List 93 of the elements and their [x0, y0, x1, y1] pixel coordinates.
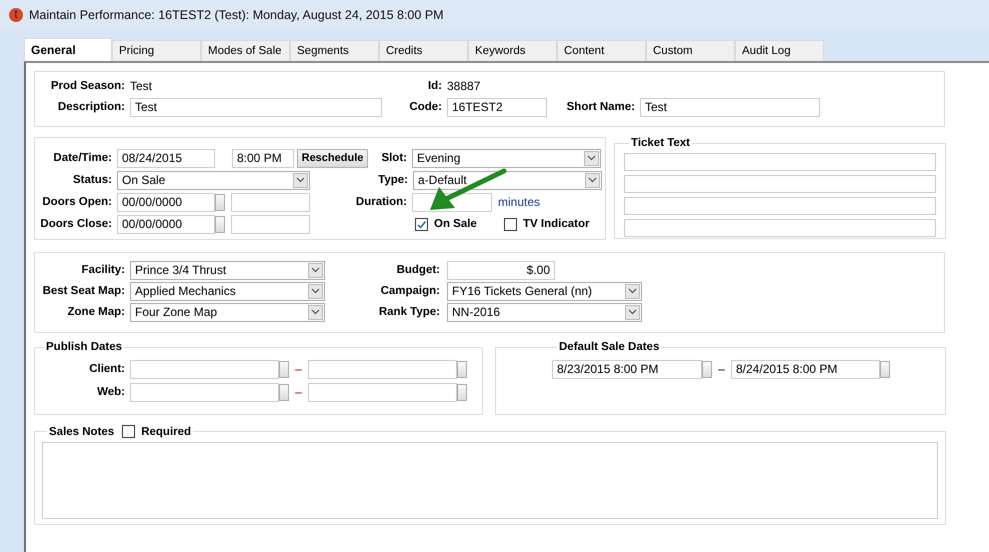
tab[interactable]: General [24, 38, 112, 61]
field-label: Zone Map: [66, 306, 125, 318]
tab[interactable]: Custom [646, 40, 735, 61]
checkbox[interactable] [415, 218, 428, 230]
field-value: 38887 [447, 79, 480, 93]
chevron-down-icon[interactable] [308, 284, 323, 298]
chevron-down-icon[interactable] [585, 172, 600, 188]
spin-button[interactable] [279, 384, 289, 400]
field-label: Slot: [380, 152, 407, 164]
dropdown[interactable]: Four Zone Map [130, 302, 325, 322]
dropdown[interactable]: Evening [412, 148, 601, 168]
unit-label: minutes [498, 195, 540, 209]
input-field[interactable]: $.00 [447, 260, 555, 280]
field-label: Description: [56, 101, 125, 113]
checkbox[interactable] [122, 425, 136, 438]
input-field[interactable] [624, 197, 936, 215]
field-value: Test [130, 79, 154, 93]
spin-button[interactable] [702, 360, 712, 378]
range-separator: – [294, 385, 303, 399]
group-title: Publish Dates [45, 341, 124, 353]
dropdown[interactable]: a-Default [413, 170, 602, 190]
date-field[interactable] [130, 360, 279, 378]
field-label: Short Name: [566, 101, 635, 113]
chevron-down-icon[interactable] [308, 262, 323, 278]
tab[interactable]: Audit Log [735, 40, 824, 61]
tab[interactable]: Modes of Sale [201, 40, 290, 61]
field-label: Client: [88, 363, 125, 375]
tab[interactable]: Keywords [468, 40, 557, 61]
spin-button[interactable] [880, 360, 890, 378]
dropdown[interactable]: On Sale [117, 170, 310, 190]
chevron-down-icon[interactable] [308, 304, 323, 320]
field-label: Type: [377, 174, 408, 186]
spin-button[interactable] [457, 384, 467, 400]
chevron-down-icon[interactable] [584, 150, 599, 166]
dropdown[interactable]: FY16 Tickets General (nn) [447, 282, 642, 300]
spin-button[interactable] [279, 360, 289, 378]
field-label: Campaign: [380, 285, 440, 297]
date-field[interactable]: 08/24/2015 [117, 148, 215, 168]
date-field[interactable] [308, 382, 457, 402]
field-label: Rank Type: [378, 306, 440, 318]
chevron-down-icon[interactable] [625, 304, 640, 320]
input-field[interactable]: Test [640, 98, 820, 116]
chevron-down-icon[interactable] [293, 172, 308, 188]
input-field[interactable] [624, 153, 936, 171]
field-label: Facility: [80, 264, 125, 276]
input-field[interactable]: 16TEST2 [447, 98, 547, 116]
dropdown[interactable]: NN-2016 [447, 302, 642, 322]
field-label: Web: [96, 386, 125, 398]
dropdown[interactable]: Applied Mechanics [130, 282, 325, 300]
date-field[interactable] [130, 382, 279, 402]
reschedule-button[interactable]: Reschedule [297, 148, 368, 168]
tab[interactable]: Credits [379, 40, 468, 61]
input-field[interactable]: Test [130, 98, 382, 116]
field-label: Id: [426, 80, 442, 92]
app-icon: t [9, 8, 23, 22]
date-field[interactable]: 00/00/0000 [117, 192, 215, 212]
group-title: Sales Notes [49, 426, 114, 438]
window-title: Maintain Performance: 16TEST2 (Test): Monday, August 24, 2015 8:00 PM [29, 8, 444, 22]
checkbox-label: On Sale [434, 218, 478, 230]
range-separator: – [294, 362, 303, 376]
notes-field[interactable] [42, 442, 938, 519]
tab[interactable]: Segments [290, 40, 379, 61]
checkbox[interactable] [504, 218, 517, 230]
date-field[interactable]: 8/24/2015 8:00 PM [731, 360, 880, 378]
tab[interactable]: Content [557, 40, 646, 61]
field-label: Doors Open: [41, 196, 112, 208]
range-separator: – [717, 362, 726, 376]
group-title: Default Sale Dates [558, 341, 660, 353]
checkbox-label: Required [141, 426, 192, 438]
group-title: Ticket Text [630, 137, 692, 149]
spin-button[interactable] [215, 194, 225, 210]
date-field[interactable]: 00/00/0000 [117, 214, 215, 234]
checkbox-label: TV Indicator [523, 218, 590, 230]
spin-button[interactable] [457, 360, 467, 378]
field-label: Duration: [354, 196, 407, 208]
time-field[interactable]: 8:00 PM [232, 148, 294, 168]
field-label: Date/Time: [52, 152, 112, 164]
dropdown[interactable]: Prince 3/4 Thrust [130, 260, 325, 280]
field-label: Status: [72, 174, 112, 186]
input-field[interactable] [624, 219, 936, 237]
date-field[interactable] [308, 360, 457, 378]
input-field[interactable] [231, 214, 310, 234]
date-field[interactable]: 8/23/2015 8:00 PM [552, 360, 702, 378]
chevron-down-icon[interactable] [625, 284, 640, 298]
input-field[interactable] [231, 192, 310, 212]
tab[interactable]: Pricing [112, 40, 201, 61]
spin-button[interactable] [215, 216, 225, 232]
field-label: Prod Season: [50, 80, 125, 92]
field-label: Doors Close: [39, 218, 112, 230]
field-label: Code: [408, 101, 442, 113]
field-label: Budget: [396, 264, 440, 276]
field-label: Best Seat Map: [42, 285, 125, 297]
input-field[interactable] [624, 175, 936, 193]
